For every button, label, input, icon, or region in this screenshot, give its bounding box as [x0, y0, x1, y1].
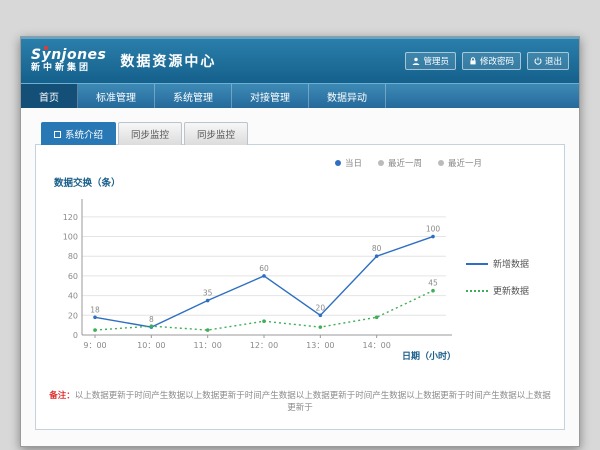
tab-system-intro[interactable]: 系统介绍 [41, 122, 116, 145]
svg-text:13：00: 13：00 [306, 341, 334, 350]
change-password-label: 修改密码 [480, 55, 514, 67]
main-nav: 首页 标准管理 系统管理 对接管理 数据异动 [21, 83, 579, 108]
page-title: 数据资源中心 [120, 51, 216, 71]
svg-text:11：00: 11：00 [193, 341, 221, 350]
svg-text:80: 80 [68, 252, 78, 261]
power-icon [534, 57, 542, 65]
svg-text:80: 80 [372, 244, 382, 253]
grid-icon [54, 131, 61, 138]
svg-text:0: 0 [73, 331, 78, 340]
admin-user-label: 管理员 [423, 55, 449, 67]
svg-text:20: 20 [316, 303, 326, 312]
lock-icon [469, 57, 477, 65]
time-filter-group: 当日 最近一周 最近一月 [48, 155, 552, 175]
legend-item-new-data: 新增数据 [466, 257, 550, 270]
svg-text:100: 100 [63, 233, 78, 242]
nav-item-interface-mgmt[interactable]: 对接管理 [232, 84, 309, 108]
content-area: 系统介绍 同步监控 同步监控 当日 最近一周 [21, 108, 579, 446]
line-chart: 0 20 40 60 80 100 120 9：00 10：00 11：00 12：00 13：00 1… [48, 191, 460, 363]
blue-line-sample-icon [466, 263, 488, 265]
svg-text:60: 60 [259, 264, 269, 273]
change-password-button[interactable]: 修改密码 [462, 52, 521, 70]
footnote-text: 以上数据更新于时间产生数据以上数据更新于时间产生数据以上数据更新于时间产生数据以… [75, 391, 551, 413]
footnote-label: 备注： [49, 391, 75, 401]
logo-subtitle: 新中新集团 [31, 64, 106, 74]
logout-button[interactable]: 退出 [527, 52, 569, 70]
footnote: 备注：以上数据更新于时间产生数据以上数据更新于时间产生数据以上数据更新于时间产生… [48, 389, 552, 413]
legend-item-updated-data: 更新数据 [466, 284, 550, 297]
radio-dot-icon [438, 160, 444, 166]
nav-item-data-change[interactable]: 数据异动 [309, 84, 386, 108]
radio-dot-icon [378, 160, 384, 166]
svg-text:40: 40 [68, 292, 78, 301]
company-logo: Synjones 新中新集团 [31, 48, 106, 73]
nav-item-system-mgmt[interactable]: 系统管理 [155, 84, 232, 108]
logout-label: 退出 [545, 55, 562, 67]
svg-text:8: 8 [149, 315, 154, 324]
svg-text:20: 20 [68, 311, 78, 320]
svg-text:120: 120 [63, 213, 78, 222]
legend-updated-data-label: 更新数据 [493, 284, 529, 297]
nav-item-home[interactable]: 首页 [21, 84, 78, 108]
svg-text:60: 60 [68, 272, 78, 281]
green-dotted-line-sample-icon [466, 290, 488, 292]
header-actions: 管理员 修改密码 退出 [405, 52, 569, 70]
svg-text:10：00: 10：00 [137, 341, 165, 350]
user-icon [412, 57, 420, 65]
tab-strip: 系统介绍 同步监控 同步监控 [41, 122, 565, 145]
svg-text:12：00: 12：00 [250, 341, 278, 350]
chart-panel: 当日 最近一周 最近一月 数据交换（条） 0 20 40 60 80 100 120 9：00… [35, 144, 565, 430]
svg-text:14：00: 14：00 [362, 341, 390, 350]
tab-sync-monitor-2[interactable]: 同步监控 [184, 122, 248, 145]
filter-today[interactable]: 当日 [335, 157, 362, 169]
tab-sync-monitor-1[interactable]: 同步监控 [118, 122, 182, 145]
logo-text: Synjones [31, 48, 106, 63]
svg-text:9：00: 9：00 [83, 341, 106, 350]
filter-today-label: 当日 [345, 157, 362, 169]
legend-new-data-label: 新增数据 [493, 257, 529, 270]
tab-sync-monitor-1-label: 同步监控 [131, 127, 169, 141]
filter-last-week-label: 最近一周 [388, 157, 422, 169]
tab-sync-monitor-2-label: 同步监控 [197, 127, 235, 141]
app-header: Synjones 新中新集团 数据资源中心 管理员 修改密码 退出 [21, 37, 579, 83]
filter-last-week[interactable]: 最近一周 [378, 157, 422, 169]
app-window: Synjones 新中新集团 数据资源中心 管理员 修改密码 退出 首页 标准管… [20, 36, 580, 447]
nav-item-standard-mgmt[interactable]: 标准管理 [78, 84, 155, 108]
tab-system-intro-label: 系统介绍 [65, 127, 103, 141]
svg-text:18: 18 [90, 305, 100, 314]
svg-text:45: 45 [428, 279, 438, 288]
admin-user-button[interactable]: 管理员 [405, 52, 456, 70]
chart-row: 0 20 40 60 80 100 120 9：00 10：00 11：00 12：00 13：00 1… [48, 191, 552, 363]
filter-last-month[interactable]: 最近一月 [438, 157, 482, 169]
chart-legend: 新增数据 更新数据 [466, 257, 550, 297]
svg-text:日期（小时）: 日期（小时） [402, 350, 456, 362]
filter-last-month-label: 最近一月 [448, 157, 482, 169]
radio-dot-icon [335, 160, 341, 166]
svg-text:100: 100 [426, 225, 441, 234]
chart-y-axis-title: 数据交换（条） [54, 175, 552, 189]
svg-text:35: 35 [203, 289, 213, 298]
